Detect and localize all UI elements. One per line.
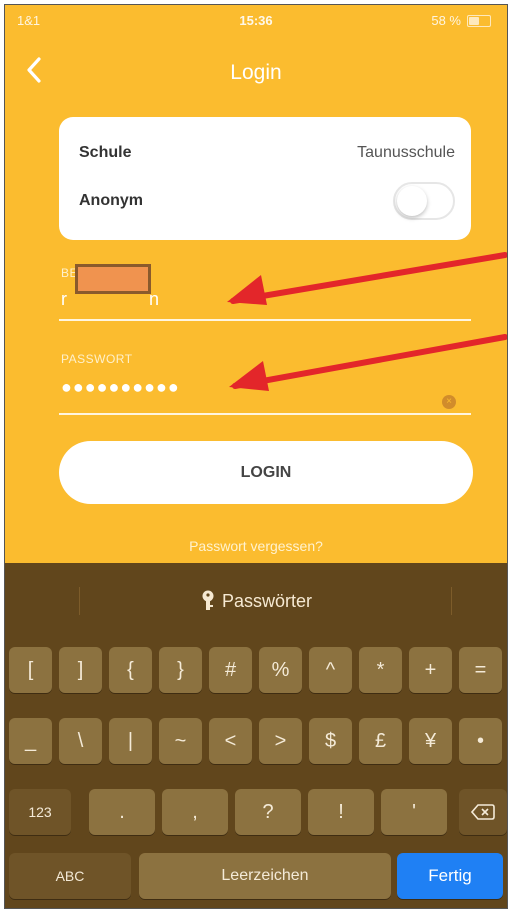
key-symbol-1[interactable]: ] <box>59 647 102 693</box>
school-label: Schule <box>79 144 132 161</box>
key-symbol-2[interactable]: { <box>109 647 152 693</box>
key-symbol-3[interactable]: } <box>159 647 202 693</box>
key-icon <box>202 590 214 610</box>
app-frame: 1&1 15:36 58 % Login Schule Taunusschule… <box>4 4 508 909</box>
anonym-label: Anonym <box>79 192 143 209</box>
key-symbol-0[interactable]: _ <box>9 718 52 764</box>
school-card: Schule Taunusschule Anonym <box>59 117 471 240</box>
password-field-label: PASSWORT <box>61 352 133 366</box>
clear-password-button[interactable]: × <box>442 395 456 409</box>
key-punct-4[interactable]: ' <box>381 789 447 835</box>
nav-bar: Login <box>5 45 507 95</box>
school-row[interactable]: Schule Taunusschule <box>79 133 455 173</box>
battery-icon <box>467 14 491 27</box>
key-symbol-3[interactable]: ~ <box>159 718 202 764</box>
key-punct-2[interactable]: ? <box>235 789 301 835</box>
status-bar: 1&1 15:36 58 % <box>5 5 507 35</box>
page-title: Login <box>230 61 282 84</box>
anonym-row: Anonym <box>79 181 455 221</box>
passwords-suggestion[interactable]: Passwörter <box>5 563 507 639</box>
key-symbol-6[interactable]: $ <box>309 718 352 764</box>
key-symbol-8[interactable]: + <box>409 647 452 693</box>
space-key[interactable]: Leerzeichen <box>139 853 391 899</box>
key-symbol-4[interactable]: < <box>209 718 252 764</box>
key-symbol-9[interactable]: = <box>459 647 502 693</box>
key-symbol-7[interactable]: £ <box>359 718 402 764</box>
backspace-icon <box>471 804 495 820</box>
key-symbol-8[interactable]: ¥ <box>409 718 452 764</box>
key-punct-1[interactable]: , <box>162 789 228 835</box>
key-punct-3[interactable]: ! <box>308 789 374 835</box>
password-field[interactable]: ●●●●●●●●●● <box>61 377 180 398</box>
key-symbol-6[interactable]: ^ <box>309 647 352 693</box>
redaction-box <box>75 264 151 294</box>
forgot-password-link[interactable]: Passwort vergessen? <box>5 538 507 554</box>
battery-percent: 58 % <box>431 13 461 28</box>
anonym-toggle[interactable] <box>393 182 455 220</box>
battery-status: 58 % <box>431 13 491 28</box>
key-symbol-1[interactable]: \ <box>59 718 102 764</box>
done-key[interactable]: Fertig <box>397 853 503 899</box>
password-field-underline <box>59 413 471 415</box>
key-punct-0[interactable]: . <box>89 789 155 835</box>
keyboard: Passwörter []{} #% ^ * + = _ \ | ~ < > $ £ ¥ • .,?! ' 1… <box>5 563 507 908</box>
suggestion-label: Passwörter <box>221 590 313 611</box>
user-field-underline <box>59 319 471 321</box>
backspace-key[interactable] <box>459 789 507 835</box>
key-symbol-7[interactable]: * <box>359 647 402 693</box>
key-abc[interactable]: ABC <box>9 853 131 899</box>
toggle-knob <box>397 186 427 216</box>
user-value-prefix: r <box>61 289 67 309</box>
key-symbol-4[interactable]: # <box>209 647 252 693</box>
school-value: Taunusschule <box>357 144 455 161</box>
key-symbol-5[interactable]: > <box>259 718 302 764</box>
key-123[interactable]: 123 <box>9 789 71 835</box>
key-symbol-9[interactable]: • <box>459 718 502 764</box>
key-symbol-0[interactable]: [ <box>9 647 52 693</box>
login-button[interactable]: LOGIN <box>59 441 473 504</box>
key-symbol-2[interactable]: | <box>109 718 152 764</box>
key-symbol-5[interactable]: % <box>259 647 302 693</box>
